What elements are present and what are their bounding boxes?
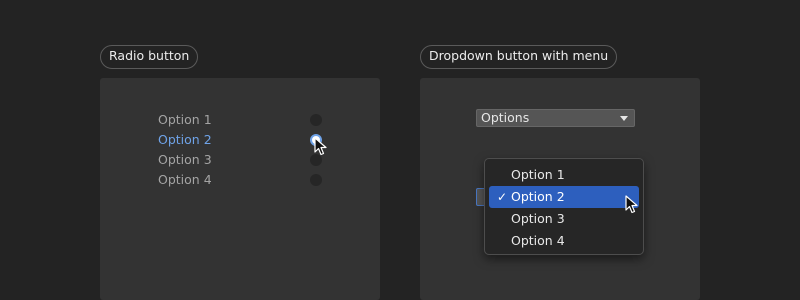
check-icon: ✓ — [497, 190, 508, 204]
dropdown-value: Options — [481, 110, 530, 125]
radio-panel: Option 1 Option 2 Option 3 Option 4 — [100, 78, 380, 300]
radio-option-4-label[interactable]: Option 4 — [158, 172, 212, 188]
dropdown-menu: Option 1 ✓ Option 2 Option 3 Option 4 — [484, 158, 644, 255]
options-dropdown-button[interactable]: Options — [476, 109, 635, 127]
radio-option-3-label[interactable]: Option 3 — [158, 152, 212, 168]
caret-down-icon — [620, 116, 628, 121]
mouse-pointer-icon — [625, 195, 638, 214]
radio-option-4[interactable] — [310, 174, 322, 186]
radio-section-title: Radio button — [100, 45, 199, 69]
menu-item-label: Option 1 — [511, 167, 565, 182]
dropdown-section-title: Dropdown button with menu — [420, 45, 618, 69]
radio-option-1[interactable] — [310, 114, 322, 126]
mouse-pointer-icon — [314, 137, 327, 156]
menu-item-option-3[interactable]: Option 3 — [489, 208, 639, 230]
menu-item-option-2[interactable]: ✓ Option 2 — [489, 186, 639, 208]
dropdown-panel: Options Option 1 ✓ Option 2 Option 3 Opt… — [420, 78, 700, 300]
radio-option-1-label[interactable]: Option 1 — [158, 112, 212, 128]
menu-item-label: Option 3 — [511, 211, 565, 226]
menu-item-option-4[interactable]: Option 4 — [489, 230, 639, 252]
menu-item-label: Option 2 — [511, 189, 565, 204]
menu-item-label: Option 4 — [511, 233, 565, 248]
menu-item-option-1[interactable]: Option 1 — [489, 164, 639, 186]
radio-option-2-label[interactable]: Option 2 — [158, 132, 212, 148]
